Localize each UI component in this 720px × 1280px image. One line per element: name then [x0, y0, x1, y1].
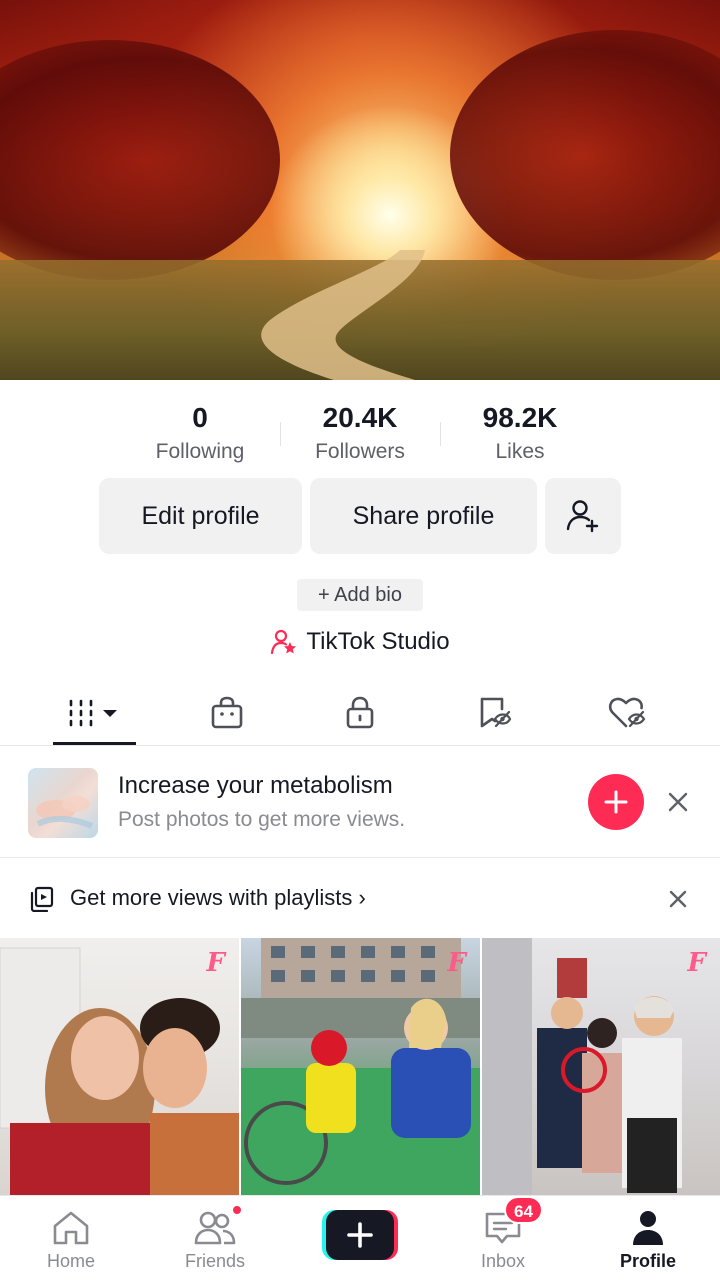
lock-icon	[346, 696, 374, 729]
following-label: Following	[155, 440, 245, 463]
liked-heart-icon	[608, 697, 646, 728]
cover-cloud-left	[0, 40, 280, 280]
nav-inbox[interactable]: 64 Inbox	[453, 1196, 553, 1280]
nav-home-icon-wrap	[50, 1208, 92, 1248]
nav-profile[interactable]: Profile	[598, 1196, 698, 1280]
friends-icon	[194, 1211, 236, 1245]
active-tab-indicator	[53, 742, 136, 745]
followers-stat[interactable]: 20.4K Followers	[280, 398, 440, 466]
promo-thumbnail	[28, 768, 98, 838]
add-friend-button[interactable]	[545, 478, 621, 554]
following-stat[interactable]: 0 Following	[120, 398, 280, 466]
video-thumbnail[interactable]: F	[241, 938, 480, 1195]
friends-notification-dot	[231, 1204, 243, 1216]
tab-liked[interactable]	[587, 682, 667, 744]
profile-tabs	[0, 682, 720, 746]
promo-close-button[interactable]	[664, 788, 692, 816]
tab-videos[interactable]	[53, 682, 136, 744]
nav-profile-label: Profile	[619, 1251, 676, 1271]
followers-label: Followers	[315, 440, 405, 463]
following-count: 0	[192, 402, 208, 433]
favorites-bookmark-icon	[480, 697, 512, 728]
edit-profile-button[interactable]: Edit profile	[99, 478, 302, 554]
creator-star-icon	[271, 629, 297, 655]
nav-friends-icon-wrap	[193, 1204, 243, 1248]
promo-post-button[interactable]	[588, 774, 644, 830]
home-icon	[53, 1211, 89, 1245]
inbox-count-badge: 64	[504, 1196, 543, 1224]
video-grid: F F F	[0, 938, 720, 1195]
shop-bag-icon	[211, 696, 243, 729]
profile-icon	[633, 1211, 663, 1245]
tab-shop[interactable]	[187, 682, 267, 744]
nav-home[interactable]: Home	[21, 1196, 121, 1280]
promo-title: Increase your metabolism	[118, 772, 393, 799]
video-thumbnail[interactable]: F	[0, 938, 239, 1195]
nav-inbox-label: Inbox	[480, 1251, 526, 1271]
video-thumbnail-art	[241, 938, 480, 1195]
playlist-close-button[interactable]	[666, 887, 690, 911]
cover-path	[261, 250, 425, 380]
tiktok-studio-label: TikTok Studio	[306, 628, 450, 655]
nav-friends[interactable]: Friends	[165, 1196, 265, 1280]
add-bio-button[interactable]: + Add bio	[297, 579, 423, 611]
likes-label: Likes	[495, 440, 545, 463]
tiktok-studio-link[interactable]: TikTok Studio	[0, 624, 720, 660]
close-icon	[669, 890, 687, 908]
playlist-icon	[30, 886, 54, 912]
share-profile-button[interactable]: Share profile	[310, 478, 537, 554]
create-button[interactable]	[322, 1210, 398, 1260]
video-thumbnail-art	[482, 938, 682, 1195]
profile-stats: 0 Following 20.4K Followers 98.2K Likes	[0, 398, 720, 468]
video-watermark: F	[206, 948, 225, 978]
video-thumbnail[interactable]: F	[482, 938, 720, 1195]
promo-thumbnail-art	[36, 796, 94, 829]
create-plus-icon	[322, 1210, 398, 1260]
video-watermark: F	[687, 948, 706, 978]
nav-friends-label: Friends	[184, 1251, 246, 1271]
video-watermark: F	[447, 948, 466, 978]
videos-grid-icon	[69, 699, 117, 727]
stat-divider	[280, 422, 281, 446]
stat-divider	[440, 422, 441, 446]
playlist-banner[interactable]: Get more views with playlists ›	[0, 858, 720, 938]
likes-count: 98.2K	[482, 402, 558, 433]
add-friend-icon	[566, 500, 599, 533]
tab-private[interactable]	[320, 682, 400, 744]
close-icon	[668, 792, 688, 812]
promo-card[interactable]: Increase your metabolism Post photos to …	[0, 746, 720, 858]
followers-count: 20.4K	[322, 402, 398, 433]
nav-home-label: Home	[46, 1251, 95, 1271]
promo-subtitle: Post photos to get more views.	[118, 808, 406, 831]
tab-favorites[interactable]	[454, 682, 534, 744]
video-thumbnail-art	[0, 947, 239, 1195]
profile-cover-image[interactable]	[0, 0, 720, 380]
likes-stat[interactable]: 98.2K Likes	[440, 398, 600, 466]
nav-inbox-icon-wrap: 64	[482, 1196, 543, 1248]
plus-icon	[604, 790, 628, 814]
playlist-label: Get more views with playlists ›	[70, 885, 366, 910]
nav-profile-icon-wrap	[628, 1208, 668, 1248]
cover-cloud-right	[450, 30, 720, 280]
